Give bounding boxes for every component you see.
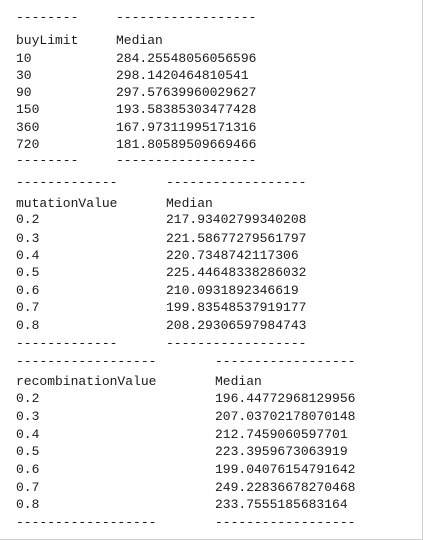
- row-key: 0.5: [16, 444, 40, 459]
- row-value: 298.1420464810541: [116, 68, 249, 83]
- header-value: Median: [116, 33, 163, 48]
- header-key: buyLimit: [16, 33, 79, 48]
- row-key: 90: [16, 85, 32, 100]
- row-key: 0.6: [16, 462, 40, 477]
- row-value: 284.25548056056596: [116, 51, 257, 66]
- row-key: 30: [16, 68, 32, 83]
- row-value: 220.7348742117306: [166, 248, 299, 263]
- row-value: 210.0931892346619: [166, 283, 299, 298]
- row-key: 0.4: [16, 427, 40, 442]
- row-key: 0.5: [16, 265, 40, 280]
- row-value: 208.29306597984743: [166, 318, 307, 333]
- row-value: 249.22836678270468: [215, 480, 356, 495]
- separator-bottom-key: ------------------: [16, 515, 157, 530]
- row-value: 196.44772968129956: [215, 391, 356, 406]
- row-value: 181.80589509669466: [116, 137, 257, 152]
- row-value: 167.97311995171316: [116, 120, 257, 135]
- separator-bottom-key: -------------: [16, 336, 118, 351]
- row-value: 225.44648338286032: [166, 265, 307, 280]
- row-key: 0.8: [16, 318, 40, 333]
- row-key: 0.7: [16, 480, 40, 495]
- row-key: 0.8: [16, 497, 40, 512]
- row-key: 150: [16, 102, 40, 117]
- row-value: 199.83548537919177: [166, 300, 307, 315]
- separator-bottom-value: ------------------: [166, 336, 307, 351]
- row-value: 193.58385303477428: [116, 102, 257, 117]
- separator-bottom-value: ------------------: [116, 153, 257, 168]
- separator-top-key: -------------: [16, 175, 118, 190]
- row-value: 233.7555185683164: [215, 497, 348, 512]
- separator-top-value: ------------------: [166, 175, 307, 190]
- row-key: 0.3: [16, 409, 40, 424]
- row-key: 0.2: [16, 212, 40, 227]
- row-value: 217.93402799340208: [166, 212, 307, 227]
- separator-top-value: ------------------: [215, 354, 356, 369]
- row-key: 0.2: [16, 391, 40, 406]
- separator-top-key: ------------------: [16, 354, 157, 369]
- header-key: recombinationValue: [16, 374, 157, 389]
- row-value: 199.04076154791642: [215, 462, 356, 477]
- row-key: 0.6: [16, 283, 40, 298]
- console-output: -------- ------------------ buyLimit Med…: [0, 0, 423, 540]
- row-key: 10: [16, 51, 32, 66]
- row-key: 0.4: [16, 248, 40, 263]
- header-value: Median: [215, 374, 262, 389]
- row-key: 720: [16, 137, 40, 152]
- row-value: 207.03702178070148: [215, 409, 356, 424]
- separator-bottom-key: --------: [16, 153, 79, 168]
- row-value: 297.57639960029627: [116, 85, 257, 100]
- row-value: 223.3959673063919: [215, 444, 348, 459]
- separator-top-value: ------------------: [116, 10, 257, 25]
- header-value: Median: [166, 196, 213, 211]
- separator-bottom-value: ------------------: [215, 515, 356, 530]
- row-key: 0.3: [16, 231, 40, 246]
- row-key: 360: [16, 120, 40, 135]
- row-value: 212.7459060597701: [215, 427, 348, 442]
- header-key: mutationValue: [16, 196, 118, 211]
- row-key: 0.7: [16, 300, 40, 315]
- row-value: 221.58677279561797: [166, 231, 307, 246]
- separator-top-key: --------: [16, 10, 79, 25]
